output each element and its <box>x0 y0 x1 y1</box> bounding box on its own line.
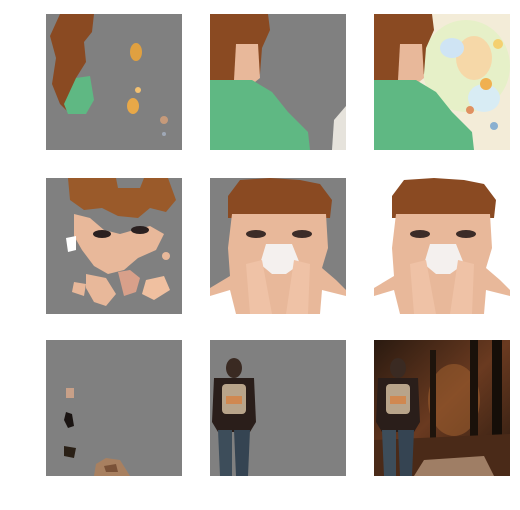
image-grid <box>0 0 520 510</box>
tile-row1-original <box>374 14 510 150</box>
tile-row2-foreground-mask <box>210 178 346 314</box>
tile-row1-sparse-mask <box>46 14 182 150</box>
tile-row3-original <box>374 340 510 476</box>
tile-row3-sparse-mask <box>46 340 182 476</box>
tile-row3-foreground-mask <box>210 340 346 476</box>
tile-row2-sparse-mask <box>46 178 182 314</box>
tile-row1-foreground-mask <box>210 14 346 150</box>
tile-row2-original <box>374 178 510 314</box>
